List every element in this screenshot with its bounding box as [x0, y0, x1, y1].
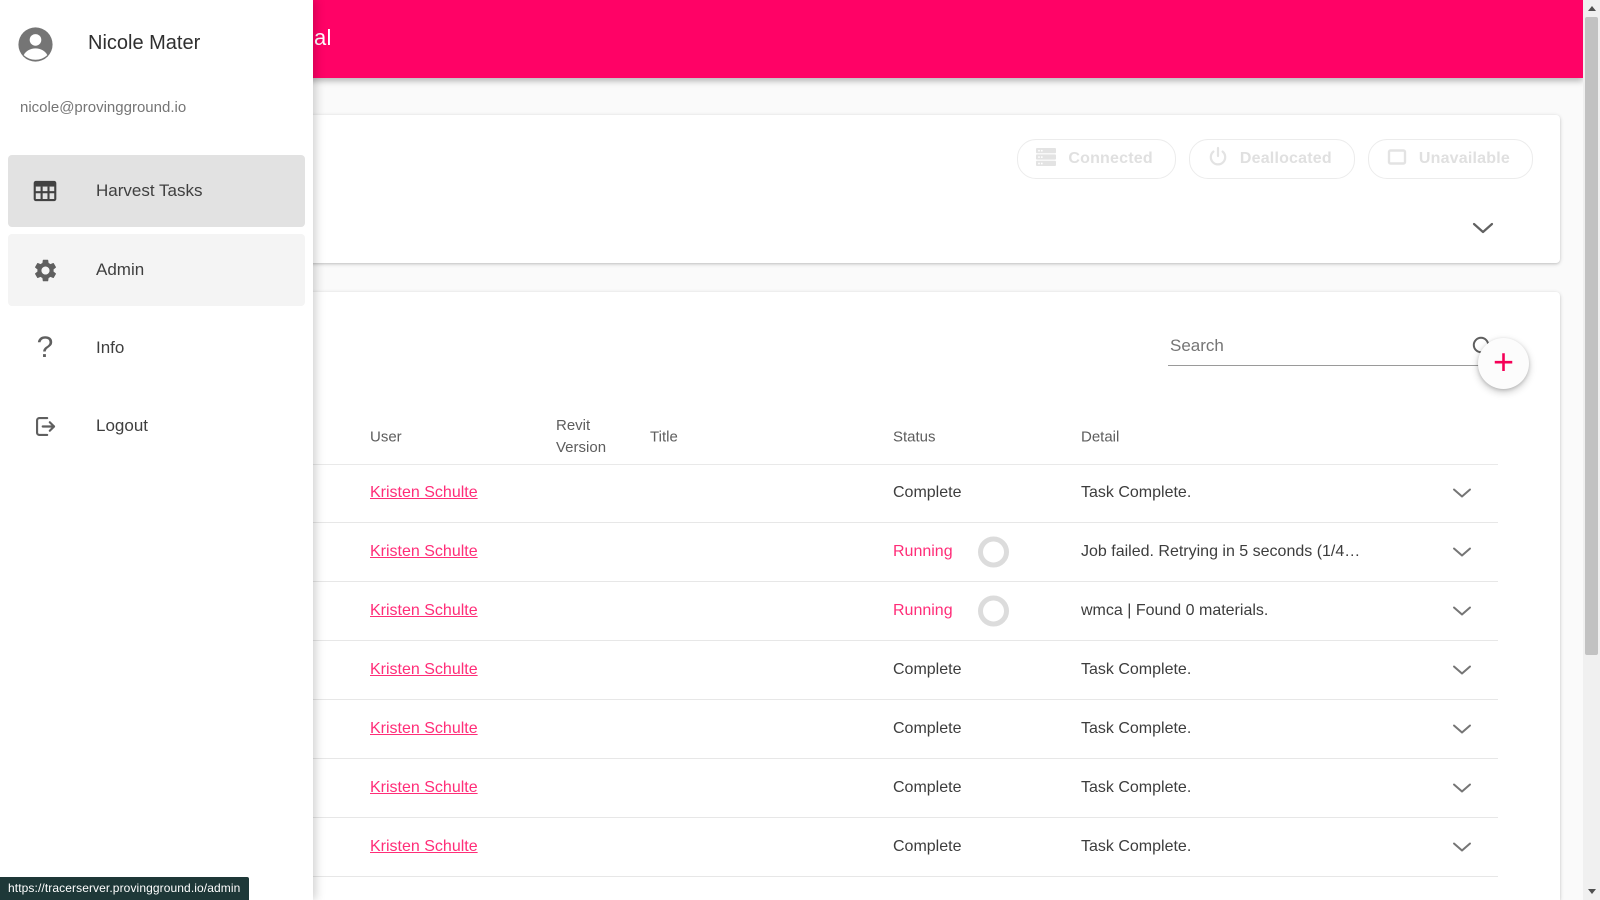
user-link[interactable]: Kristen Schulte — [370, 838, 478, 856]
square-monitor-icon — [1385, 145, 1409, 174]
detail-text: Task Complete. — [1081, 838, 1192, 855]
detail-text: Task Complete. — [1081, 779, 1192, 796]
connected-button[interactable]: Connected — [1017, 139, 1176, 179]
sidebar-item-label: Admin — [96, 260, 145, 279]
chevron-down-icon[interactable] — [1452, 724, 1472, 735]
user-link[interactable]: Kristen Schulte — [370, 484, 478, 502]
sidebar-item-label: Logout — [96, 416, 148, 435]
scrollbar-down-arrow[interactable] — [1583, 883, 1600, 900]
machine-filter-buttons: Connected Deallocated Unavailable — [1017, 139, 1533, 179]
vertical-scrollbar[interactable] — [1583, 0, 1600, 900]
column-header-detail: Detail — [1081, 428, 1120, 446]
search-field — [1168, 328, 1498, 370]
progress-spinner-icon — [978, 595, 1009, 627]
server-stack-icon — [1034, 145, 1058, 174]
sidebar-item-label: Info — [96, 338, 125, 357]
deallocated-button-label: Deallocated — [1239, 150, 1332, 167]
column-header-status: Status — [893, 428, 936, 446]
power-icon — [1206, 145, 1230, 174]
connected-button-label: Connected — [1068, 150, 1153, 167]
user-link[interactable]: Kristen Schulte — [370, 661, 478, 679]
gear-icon — [25, 257, 65, 284]
browser-status-url: https://tracerserver.provingground.io/ad… — [0, 877, 250, 900]
scrollbar-up-arrow[interactable] — [1583, 0, 1600, 17]
column-header-title: Title — [650, 428, 678, 446]
deallocated-button[interactable]: Deallocated — [1188, 139, 1355, 179]
status-text: Running — [893, 543, 953, 560]
table-grid-icon — [25, 177, 65, 205]
user-name: Nicole Mater — [88, 32, 201, 54]
chevron-down-icon[interactable] — [1452, 783, 1472, 794]
sidebar-item-harvest-tasks[interactable]: Harvest Tasks — [8, 155, 305, 227]
user-link[interactable]: Kristen Schulte — [370, 720, 478, 738]
user-avatar-icon — [15, 24, 56, 65]
sidebar-item-info[interactable]: ? Info — [8, 312, 305, 384]
detail-text: wmca | Found 0 materials. — [1081, 602, 1269, 619]
user-link[interactable]: Kristen Schulte — [370, 779, 478, 797]
detail-text: Job failed. Retrying in 5 seconds (1/4… — [1081, 543, 1361, 560]
chevron-down-icon[interactable] — [1452, 842, 1472, 853]
chevron-down-icon[interactable] — [1452, 547, 1472, 558]
detail-text: Task Complete. — [1081, 661, 1192, 678]
search-input[interactable] — [1168, 328, 1492, 366]
progress-spinner-icon — [978, 536, 1009, 568]
status-text: Complete — [893, 720, 962, 737]
detail-text: Task Complete. — [1081, 484, 1192, 501]
unavailable-button-label: Unavailable — [1418, 150, 1510, 167]
logout-icon — [25, 413, 65, 440]
status-text: Complete — [893, 484, 962, 501]
sidebar-item-admin[interactable]: Admin — [8, 234, 305, 306]
chevron-down-icon[interactable] — [1452, 665, 1472, 676]
app-bar-title-fragment: al — [314, 25, 332, 50]
scrollbar-thumb[interactable] — [1585, 17, 1598, 655]
sidebar-item-logout[interactable]: Logout — [8, 390, 305, 462]
add-task-button[interactable]: + — [1478, 338, 1529, 389]
detail-text: Task Complete. — [1081, 720, 1192, 737]
user-link[interactable]: Kristen Schulte — [370, 543, 478, 561]
unavailable-button[interactable]: Unavailable — [1367, 139, 1533, 179]
status-text: Running — [893, 602, 953, 619]
expand-panel-chevron-down-icon[interactable] — [1472, 222, 1494, 234]
column-header-user: User — [370, 428, 402, 446]
user-link[interactable]: Kristen Schulte — [370, 602, 478, 620]
status-text: Complete — [893, 779, 962, 796]
sidebar-item-label: Harvest Tasks — [96, 181, 203, 200]
user-email: nicole@provingground.io — [20, 99, 187, 116]
column-header-revit-version: Revit Version — [556, 417, 607, 456]
chevron-down-icon[interactable] — [1452, 606, 1472, 617]
navigation-drawer: Nicole Mater nicole@provingground.io Har… — [0, 0, 313, 900]
chevron-down-icon[interactable] — [1452, 488, 1472, 499]
status-text: Complete — [893, 661, 962, 678]
status-text: Complete — [893, 838, 962, 855]
